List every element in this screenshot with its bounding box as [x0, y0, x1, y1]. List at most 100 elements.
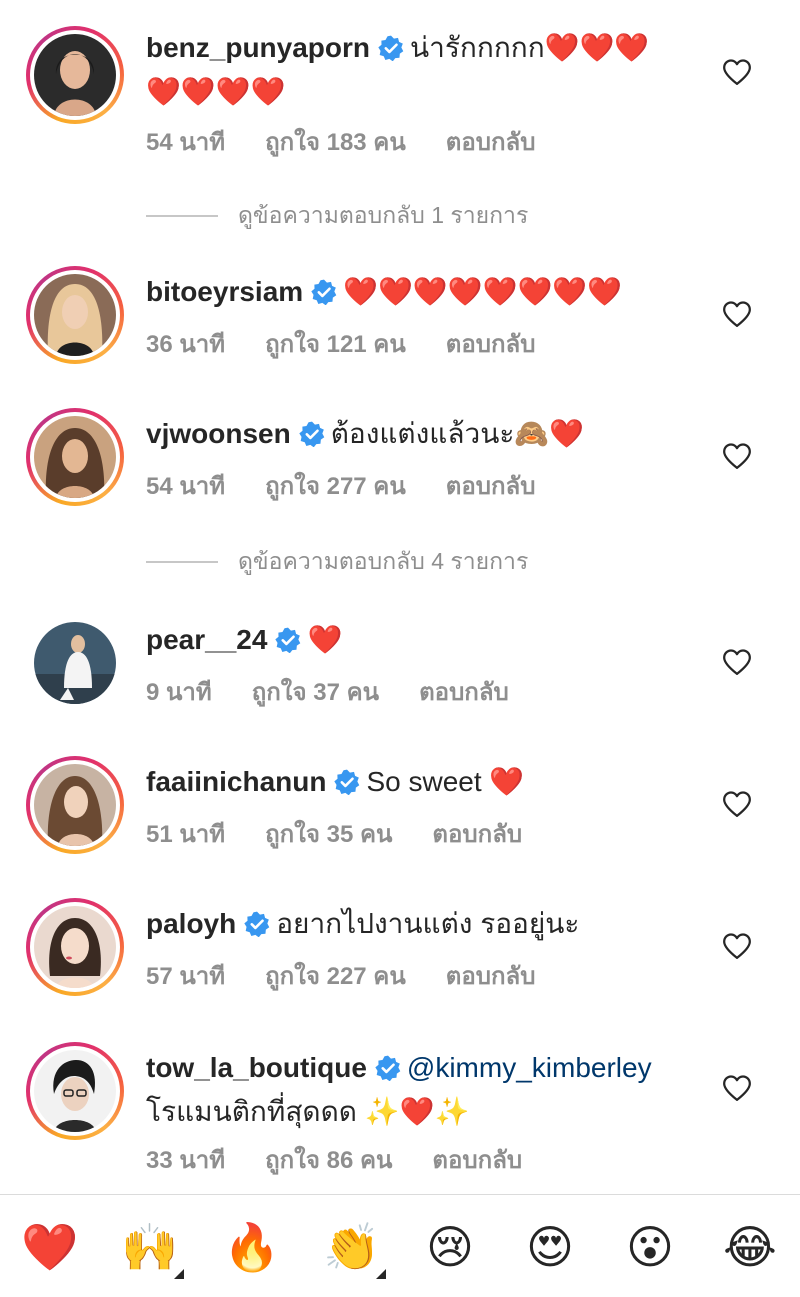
username[interactable]: pear__24 [146, 624, 267, 655]
reaction-heart[interactable]: ❤️ [20, 1217, 80, 1277]
username[interactable]: faaiinichanun [146, 766, 326, 797]
comment-likes[interactable]: ถูกใจ 35 คน [265, 821, 392, 848]
like-heart-icon[interactable] [722, 1074, 752, 1102]
comment-item: tow_la_boutique @kimmy_kimberley โรแมนติก… [0, 1042, 800, 1182]
avatar[interactable] [34, 34, 116, 116]
reaction-crying[interactable]: 😢 [420, 1217, 480, 1277]
divider [146, 215, 218, 217]
comment-text: ❤️❤️❤️❤️❤️❤️❤️❤️ [343, 276, 623, 307]
avatar[interactable] [34, 274, 116, 356]
verified-badge-icon [334, 769, 360, 795]
comment-time: 57 นาที [146, 963, 226, 990]
reply-button[interactable]: ตอบกลับ [419, 679, 509, 706]
username[interactable]: benz_punyaporn [146, 32, 370, 63]
like-heart-icon[interactable] [722, 300, 752, 328]
avatar-ring[interactable] [26, 408, 124, 506]
username[interactable]: vjwoonsen [146, 418, 291, 449]
comment-meta: 54 นาที ถูกใจ 183 คน ตอบกลับ [146, 122, 575, 161]
quick-reactions-bar: ❤️ 🙌 🔥 👏 😢 😍 😮 😂 [0, 1194, 800, 1297]
username[interactable]: tow_la_boutique [146, 1052, 367, 1083]
comment-text: โรแมนติกที่สุดดด ✨❤️✨ [146, 1096, 470, 1127]
reaction-clap-glyph: 👏 [323, 1221, 381, 1273]
reply-button[interactable]: ตอบกลับ [432, 1147, 522, 1174]
comment-likes[interactable]: ถูกใจ 183 คน [265, 129, 406, 156]
verified-badge-icon [375, 1055, 401, 1081]
comment-time: 54 นาที [146, 473, 226, 500]
reply-button[interactable]: ตอบกลับ [446, 129, 536, 156]
reply-button[interactable]: ตอบกลับ [446, 331, 536, 358]
comment-text: ❤️ [307, 624, 343, 655]
comment-text: น่ารักกกกก❤️❤️❤️ [410, 32, 650, 63]
reaction-fire[interactable]: 🔥 [222, 1217, 282, 1277]
comment-item: benz_punyaporn น่ารักกกกก❤️❤️❤️ ❤️❤️❤️❤️ … [0, 26, 800, 166]
avatar-ring[interactable] [26, 614, 124, 712]
mention-link[interactable]: @kimmy_kimberley [407, 1052, 652, 1083]
view-replies-label: ดูข้อความตอบกลับ 1 รายการ [238, 202, 529, 228]
avatar[interactable] [34, 764, 116, 846]
comment-likes[interactable]: ถูกใจ 121 คน [265, 331, 406, 358]
comment-item: paloyh อยากไปงานแต่ง รออยู่นะ 57 นาที ถูกใ… [0, 898, 800, 1008]
avatar-ring[interactable] [26, 1042, 124, 1140]
comment-body: faaiinichanun So sweet ❤️ [146, 760, 710, 804]
like-heart-icon[interactable] [722, 790, 752, 818]
comment-text: So sweet ❤️ [366, 766, 525, 797]
avatar[interactable] [34, 906, 116, 988]
view-replies-button[interactable]: ดูข้อความตอบกลับ 4 รายการ [146, 544, 528, 580]
reaction-heart-eyes[interactable]: 😍 [520, 1217, 580, 1277]
comment-time: 51 นาที [146, 821, 226, 848]
reply-button[interactable]: ตอบกลับ [432, 821, 522, 848]
avatar[interactable] [34, 1050, 116, 1132]
comment-meta: 57 นาที ถูกใจ 227 คน ตอบกลับ [146, 956, 575, 995]
reaction-laughing[interactable]: 😂 [720, 1217, 780, 1277]
comment-body: paloyh อยากไปงานแต่ง รออยู่นะ [146, 902, 710, 946]
comment-body: benz_punyaporn น่ารักกกกก❤️❤️❤️ ❤️❤️❤️❤️ [146, 26, 710, 114]
comment-meta: 54 นาที ถูกใจ 277 คน ตอบกลับ [146, 466, 575, 505]
comment-text: อยากไปงานแต่ง รออยู่นะ [276, 908, 580, 939]
comment-body: bitoeyrsiam ❤️❤️❤️❤️❤️❤️❤️❤️ [146, 270, 710, 314]
comment-time: 54 นาที [146, 129, 226, 156]
username[interactable]: paloyh [146, 908, 236, 939]
divider [146, 561, 218, 563]
reaction-raised-hands-glyph: 🙌 [121, 1221, 179, 1273]
avatar-ring[interactable] [26, 26, 124, 124]
verified-badge-icon [275, 627, 301, 653]
comment-meta: 51 นาที ถูกใจ 35 คน ตอบกลับ [146, 814, 562, 853]
comment-time: 36 นาที [146, 331, 226, 358]
reaction-raised-hands[interactable]: 🙌 [120, 1217, 184, 1279]
avatar-ring[interactable] [26, 756, 124, 854]
verified-badge-icon [244, 911, 270, 937]
like-heart-icon[interactable] [722, 648, 752, 676]
comment-item: bitoeyrsiam ❤️❤️❤️❤️❤️❤️❤️❤️ 36 นาที ถูกใจ… [0, 266, 800, 376]
skin-tone-indicator [376, 1269, 386, 1279]
reaction-wow[interactable]: 😮 [620, 1217, 680, 1277]
comment-body: vjwoonsen ต้องแต่งแล้วนะ🙈❤️ [146, 412, 710, 456]
skin-tone-indicator [174, 1269, 184, 1279]
comment-likes[interactable]: ถูกใจ 37 คน [252, 679, 379, 706]
comment-meta: 36 นาที ถูกใจ 121 คน ตอบกลับ [146, 324, 575, 363]
avatar[interactable] [34, 622, 116, 704]
comment-meta: 33 นาที ถูกใจ 86 คน ตอบกลับ [146, 1140, 562, 1179]
comment-body: tow_la_boutique @kimmy_kimberley โรแมนติก… [146, 1046, 710, 1134]
like-heart-icon[interactable] [722, 442, 752, 470]
comment-likes[interactable]: ถูกใจ 86 คน [265, 1147, 392, 1174]
comment-meta: 9 นาที ถูกใจ 37 คน ตอบกลับ [146, 672, 549, 711]
comment-item: pear__24 ❤️ 9 นาที ถูกใจ 37 คน ตอบกลับ [0, 614, 800, 724]
comment-body: pear__24 ❤️ [146, 618, 710, 662]
reaction-clap[interactable]: 👏 [322, 1217, 386, 1279]
comment-item: vjwoonsen ต้องแต่งแล้วนะ🙈❤️ 54 นาที ถูกใจ … [0, 408, 800, 518]
comment-likes[interactable]: ถูกใจ 277 คน [265, 473, 406, 500]
view-replies-label: ดูข้อความตอบกลับ 4 รายการ [238, 548, 529, 574]
reply-button[interactable]: ตอบกลับ [446, 963, 536, 990]
view-replies-button[interactable]: ดูข้อความตอบกลับ 1 รายการ [146, 198, 528, 234]
verified-badge-icon [378, 35, 404, 61]
comment-likes[interactable]: ถูกใจ 227 คน [265, 963, 406, 990]
verified-badge-icon [299, 421, 325, 447]
comment-text: ต้องแต่งแล้วนะ🙈❤️ [330, 418, 585, 449]
like-heart-icon[interactable] [722, 58, 752, 86]
avatar[interactable] [34, 416, 116, 498]
reply-button[interactable]: ตอบกลับ [446, 473, 536, 500]
like-heart-icon[interactable] [722, 932, 752, 960]
avatar-ring[interactable] [26, 898, 124, 996]
username[interactable]: bitoeyrsiam [146, 276, 303, 307]
avatar-ring[interactable] [26, 266, 124, 364]
